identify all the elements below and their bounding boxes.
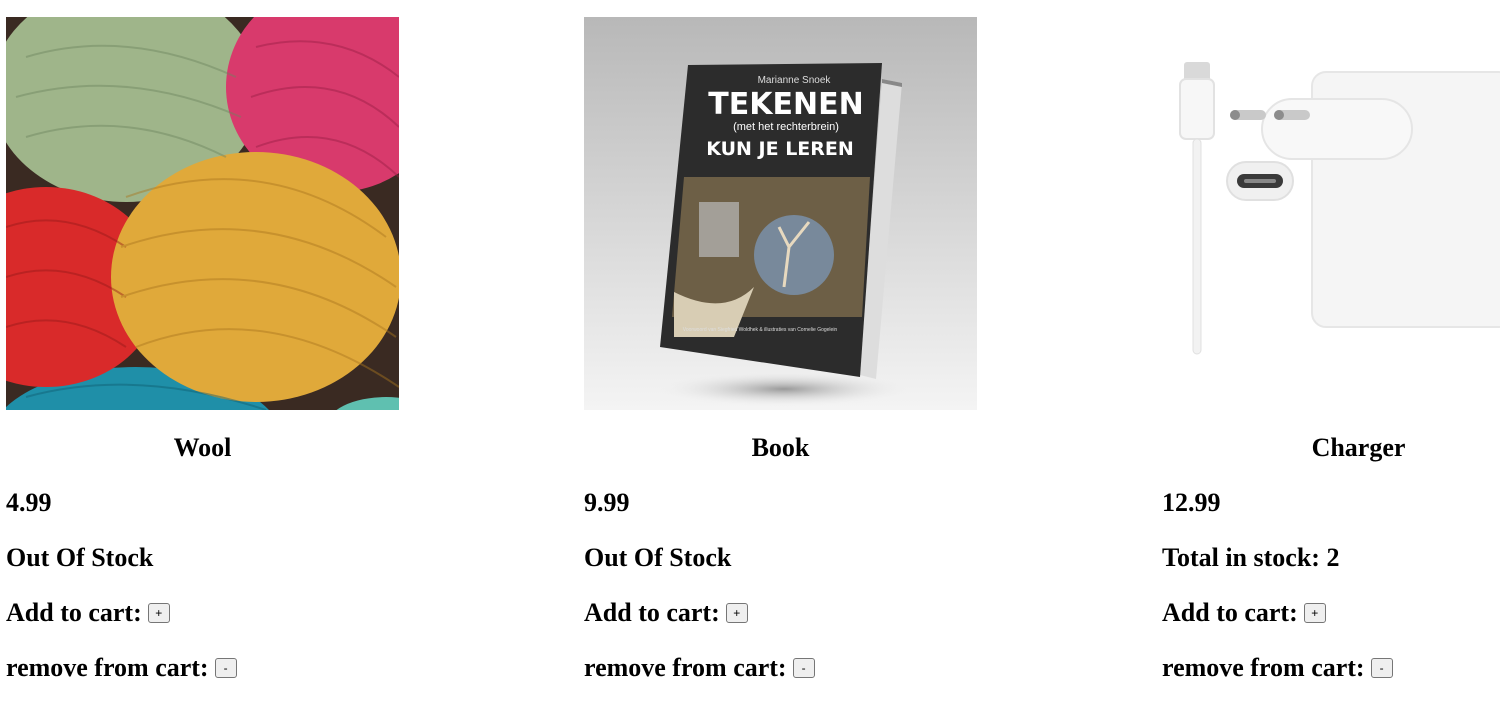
add-to-cart-label: Add to cart: (584, 598, 720, 627)
remove-from-cart-row: remove from cart: - (584, 652, 815, 684)
product-card-book: Marianne Snoek TEKENEN (met het rechterb… (584, 17, 977, 682)
remove-from-cart-button[interactable]: - (214, 658, 237, 679)
product-price: 9.99 (584, 488, 630, 517)
usb-c-charger-image (1162, 17, 1500, 410)
book-cover-title: TEKENEN (708, 87, 864, 122)
remove-from-cart-row: remove from cart: - (6, 652, 237, 684)
stock-status: Total in stock: 2 (1162, 543, 1340, 572)
product-name: Charger (1311, 433, 1406, 462)
stock-status: Out Of Stock (584, 543, 732, 572)
add-to-cart-label: Add to cart: (6, 598, 142, 627)
remove-from-cart-label: remove from cart: (6, 653, 209, 682)
remove-from-cart-button[interactable]: - (792, 658, 815, 679)
product-name: Book (751, 433, 810, 462)
add-to-cart-row: Add to cart: + (6, 597, 170, 629)
stock-status: Out Of Stock (6, 543, 154, 572)
product-card-charger: Charger 12.99 Total in stock: 2 Add to c… (1162, 17, 1500, 682)
remove-from-cart-label: remove from cart: (1162, 653, 1365, 682)
remove-from-cart-button[interactable]: - (1370, 658, 1393, 679)
book-cover-footer: Voorwoord van Siegfried Woldhek & illust… (682, 327, 838, 333)
product-name: Wool (173, 433, 232, 462)
book-cover-subtitle: (met het rechterbrein) (733, 121, 839, 133)
book-cover-title-2: KUN JE LEREN (706, 138, 854, 160)
add-to-cart-button[interactable]: + (725, 603, 748, 624)
yarn-balls-image (6, 17, 399, 410)
remove-from-cart-row: remove from cart: - (1162, 652, 1393, 684)
add-to-cart-row: Add to cart: + (1162, 597, 1326, 629)
add-to-cart-button[interactable]: + (147, 603, 170, 624)
remove-from-cart-label: remove from cart: (584, 653, 787, 682)
book-image: Marianne Snoek TEKENEN (met het rechterb… (584, 17, 977, 410)
book-cover-author: Marianne Snoek (757, 75, 831, 86)
add-to-cart-row: Add to cart: + (584, 597, 748, 629)
add-to-cart-label: Add to cart: (1162, 598, 1298, 627)
product-price: 12.99 (1162, 488, 1221, 517)
product-card-wool: Wool 4.99 Out Of Stock Add to cart: + rem… (6, 17, 399, 682)
product-price: 4.99 (6, 488, 52, 517)
add-to-cart-button[interactable]: + (1303, 603, 1326, 624)
